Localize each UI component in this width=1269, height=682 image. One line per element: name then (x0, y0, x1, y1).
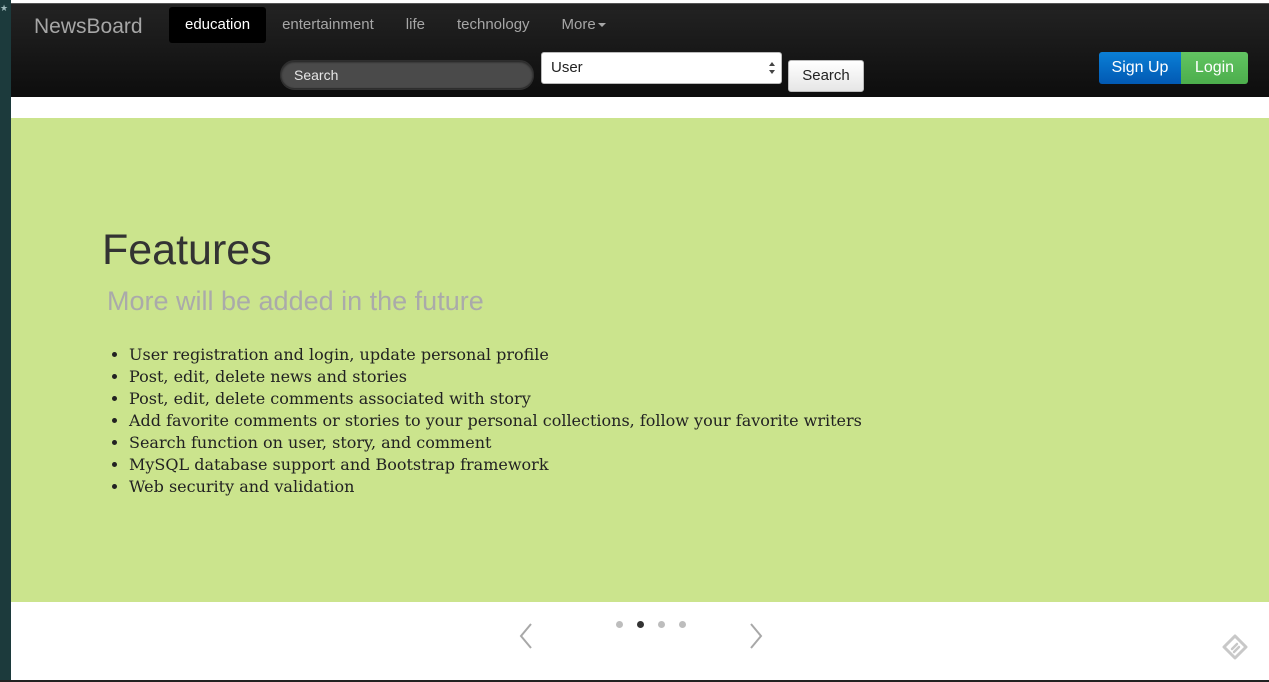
main-nav: education entertainment life technology … (169, 7, 622, 43)
carousel-dot[interactable] (679, 621, 686, 628)
search-input[interactable]: Search (280, 60, 534, 89)
nav-item-more-dropdown[interactable]: More (546, 7, 622, 43)
brand-logo[interactable]: NewsBoard (34, 15, 143, 39)
login-button[interactable]: Login (1181, 52, 1248, 84)
chevron-left-icon[interactable] (516, 620, 536, 652)
search-button[interactable]: Search (788, 60, 864, 92)
nav-item-entertainment[interactable]: entertainment (266, 7, 390, 43)
carousel-dot-active[interactable] (637, 621, 644, 628)
list-item: Search function on user, story, and comm… (129, 432, 862, 454)
nav-item-life[interactable]: life (390, 7, 441, 43)
chevron-right-icon[interactable] (746, 620, 766, 652)
carousel-dot[interactable] (658, 621, 665, 628)
caret-down-icon (597, 23, 606, 28)
nav-item-label: life (405, 16, 425, 33)
navbar: NewsBoard education entertainment life t… (11, 3, 1269, 97)
search-type-value: User (551, 59, 583, 76)
list-item: Post, edit, delete news and stories (129, 366, 862, 388)
nav-item-label: education (185, 16, 251, 33)
nav-item-label: technology (456, 16, 530, 33)
slide-title: Features (102, 226, 272, 274)
feedly-icon[interactable] (1221, 633, 1249, 661)
carousel-slide: Features More will be added in the futur… (11, 118, 1269, 602)
list-item: MySQL database support and Bootstrap fra… (129, 454, 862, 476)
slide-subtitle: More will be added in the future (107, 286, 484, 316)
list-item: Web security and validation (129, 476, 862, 498)
carousel-dot[interactable] (616, 621, 623, 628)
nav-item-education[interactable]: education (169, 7, 267, 43)
feature-list: User registration and login, update pers… (107, 344, 862, 498)
sign-up-button[interactable]: Sign Up (1099, 52, 1181, 84)
carousel-indicators (616, 621, 700, 628)
nav-item-technology[interactable]: technology (441, 7, 546, 43)
search-type-select[interactable]: User (541, 52, 782, 84)
desktop-edge: ★ (0, 0, 11, 682)
star-icon: ★ (0, 3, 9, 13)
up-down-arrows-icon (769, 62, 775, 74)
nav-item-label: entertainment (282, 16, 374, 33)
list-item: User registration and login, update pers… (129, 344, 862, 366)
list-item: Add favorite comments or stories to your… (129, 410, 862, 432)
list-item: Post, edit, delete comments associated w… (129, 388, 862, 410)
nav-item-label: More (561, 16, 596, 33)
